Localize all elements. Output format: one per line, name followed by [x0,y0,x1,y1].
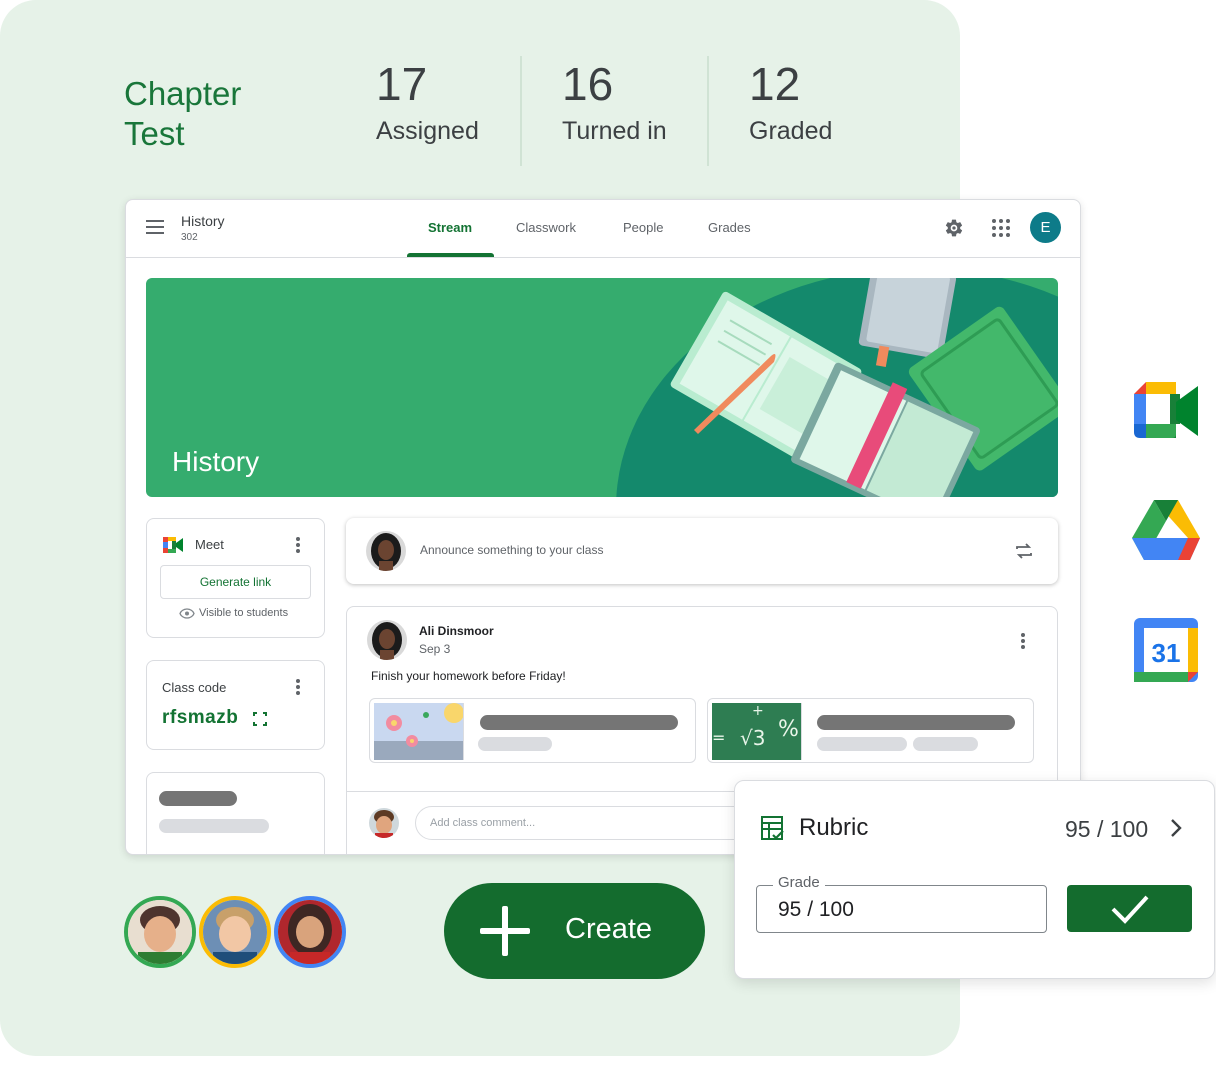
announce-placeholder: Announce something to your class [420,543,604,557]
classroom-promo: Chapter Test 17 Assigned 16 Turned in 12… [0,0,1216,1085]
rubric-icon [761,816,784,840]
rubric-title: Rubric [799,814,869,841]
assignment-title-line2: Test [124,115,185,152]
stat-assigned: 17 Assigned [376,58,479,146]
student-avatar [274,896,346,968]
svg-text:%: % [778,717,799,742]
student-avatar [199,896,271,968]
placeholder-bar [913,737,978,751]
stat-graded-number: 12 [749,58,801,110]
stat-assigned-number: 17 [376,58,428,110]
post-author: Ali Dinsmoor [419,624,494,638]
classroom-window: History 302 Stream Classwork People Grad… [125,199,1081,855]
placeholder-bar [480,715,678,730]
placeholder-bar [159,819,269,833]
create-label: Create [565,913,653,945]
stat-turned-in-number: 16 [562,58,614,110]
meet-icon [163,537,183,553]
tab-grades[interactable]: Grades [708,220,751,235]
apps-grid-icon[interactable] [992,219,1010,237]
svg-text:+: + [752,703,764,719]
class-section: 302 [181,232,198,243]
placeholder-bar [817,715,1015,730]
stat-assigned-label: Assigned [376,117,479,145]
student-avatar [124,896,196,968]
class-banner: History [146,278,1058,497]
stat-turned-in-label: Turned in [562,117,667,145]
upcoming-card [146,772,325,854]
announce-box[interactable]: Announce something to your class [346,518,1058,584]
google-calendar-icon: 31 [1134,618,1198,682]
stat-turned-in: 16 Turned in [562,58,667,146]
class-code-card: Class code rfsmazb [146,660,325,750]
rubric-score: 95 / 100 [1065,816,1149,842]
google-meet-icon [1134,382,1198,438]
grade-value: 95 / 100 [778,898,854,921]
attachment-card[interactable] [369,698,696,763]
chevron-right-icon[interactable] [1167,817,1185,839]
books-illustration [616,278,1058,497]
teacher-avatar [366,531,406,571]
generate-link-button[interactable]: Generate link [160,565,311,599]
fullscreen-icon[interactable] [253,712,267,726]
post-body: Finish your homework before Friday! [371,669,566,683]
google-drive-icon [1132,500,1200,560]
active-tab-indicator [407,253,494,257]
class-code-label: Class code [162,680,227,695]
more-options-icon[interactable] [1021,633,1025,649]
placeholder-bar [159,791,237,806]
stat-graded: 12 Graded [749,58,832,146]
student-avatar [369,808,399,838]
grade-label: Grade [773,874,825,891]
meet-card: Meet Generate link Visible to students [146,518,325,638]
post-date: Sep 3 [419,642,451,656]
eye-icon [179,608,195,619]
top-app-bar: History 302 Stream Classwork People Grad… [126,200,1080,258]
checkmark-icon [1111,895,1149,924]
class-name[interactable]: History [181,213,225,229]
banner-title: History [172,446,260,477]
visibility-label: Visible to students [199,607,289,619]
repost-icon[interactable] [1014,542,1034,560]
attachment-thumbnail: √3 % + = [712,703,802,760]
grade-input[interactable]: Grade 95 / 100 [756,874,1047,933]
tab-stream[interactable]: Stream [428,220,472,235]
stat-divider [520,56,522,166]
class-code-value: rfsmazb [162,707,239,728]
more-options-icon[interactable] [296,537,300,553]
meet-label: Meet [195,537,224,552]
plus-icon [480,906,530,956]
account-avatar[interactable]: E [1030,212,1061,243]
assignment-title-line1: Chapter [124,75,242,112]
author-avatar [367,620,407,660]
attachment-thumbnail [374,703,464,760]
tab-classwork[interactable]: Classwork [516,220,576,235]
stat-graded-label: Graded [749,117,833,145]
svg-text:√3: √3 [740,726,765,750]
attachment-card[interactable]: √3 % + = [707,698,1034,763]
hamburger-menu-icon[interactable] [146,220,164,234]
svg-text:=: = [712,728,725,747]
stat-divider [707,56,709,166]
rubric-card: Rubric 95 / 100 Grade 95 / 100 [734,780,1215,979]
assignment-title: Chapter Test [124,74,241,154]
calendar-day: 31 [1152,638,1181,668]
more-options-icon[interactable] [296,679,300,695]
create-button[interactable]: Create [444,883,705,979]
placeholder-bar [478,737,552,751]
placeholder-bar [817,737,907,751]
gear-icon[interactable] [944,218,964,238]
tab-people[interactable]: People [623,220,663,235]
submit-grade-button[interactable] [1067,885,1192,932]
